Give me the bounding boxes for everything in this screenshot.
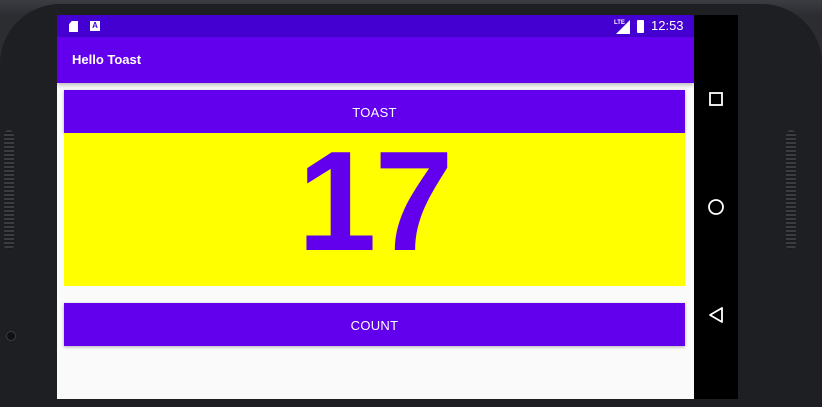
circle-icon	[708, 199, 724, 215]
left-speaker-grille	[4, 130, 14, 250]
sd-card-icon	[69, 21, 78, 32]
recent-apps-button[interactable]	[706, 89, 726, 109]
status-bar: A LTE 12:53	[57, 15, 694, 37]
triangle-back-icon	[709, 307, 723, 323]
lte-signal-icon: LTE	[614, 20, 630, 34]
device-screen: A LTE 12:53 Hello Toast TOAST 17 COUNT	[57, 15, 694, 399]
back-button[interactable]	[706, 305, 726, 325]
count-display: 17	[64, 133, 685, 286]
count-button[interactable]: COUNT	[64, 303, 685, 346]
navigation-bar	[694, 15, 738, 399]
right-speaker-grille	[786, 130, 796, 250]
toast-button[interactable]: TOAST	[64, 90, 685, 133]
app-bar: Hello Toast	[57, 37, 694, 83]
square-icon	[709, 92, 723, 106]
phone-device: A LTE 12:53 Hello Toast TOAST 17 COUNT	[0, 0, 822, 407]
battery-icon	[637, 20, 644, 33]
status-time: 12:53	[651, 18, 684, 33]
network-label: LTE	[614, 20, 625, 26]
count-value: 17	[297, 133, 454, 281]
a-icon: A	[90, 21, 100, 31]
home-button[interactable]	[706, 197, 726, 217]
front-camera	[6, 331, 16, 341]
app-title: Hello Toast	[72, 52, 142, 67]
